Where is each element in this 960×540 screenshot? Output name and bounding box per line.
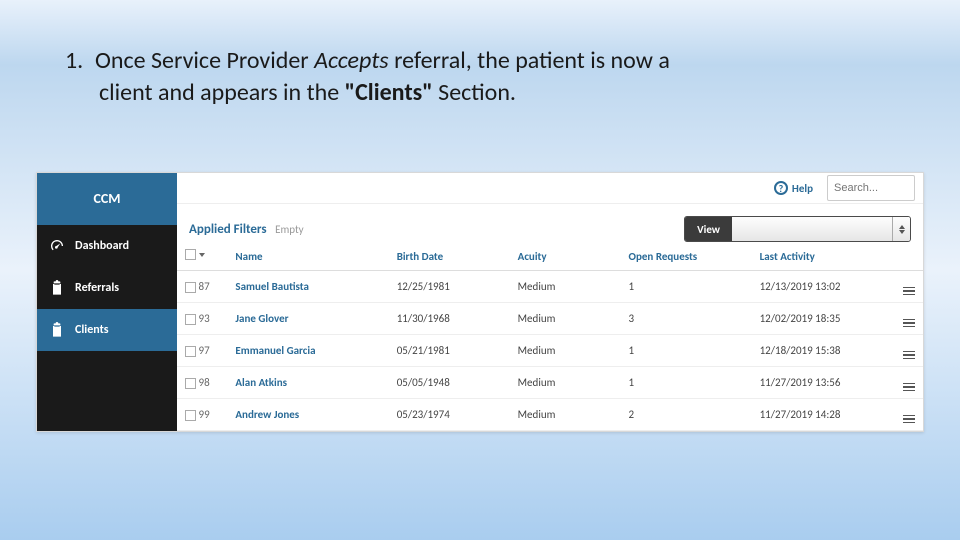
row-birth: 05/21/1981	[389, 335, 510, 367]
view-select-value	[732, 217, 892, 241]
row-menu-icon[interactable]	[903, 287, 915, 296]
help-link[interactable]: ? Help	[774, 181, 813, 195]
row-acuity: Medium	[510, 271, 621, 303]
table-row[interactable]: 87 Samuel Bautista12/25/1981Medium112/13/…	[177, 271, 923, 303]
row-id: 87	[199, 280, 210, 293]
view-selector[interactable]: View	[684, 216, 911, 242]
stepper-icon	[892, 217, 910, 241]
filters-row: Applied Filters Empty View	[177, 216, 923, 242]
header-name[interactable]: Name	[227, 242, 388, 271]
row-birth: 05/23/1974	[389, 399, 510, 431]
row-menu-icon[interactable]	[903, 319, 915, 328]
table-row[interactable]: 93 Jane Glover11/30/1968Medium312/02/2019…	[177, 303, 923, 335]
header-birth[interactable]: Birth Date	[389, 242, 510, 271]
row-checkbox[interactable]	[185, 346, 196, 357]
row-id: 97	[199, 344, 210, 357]
sidebar: CCM Dashboard Referrals Clients	[37, 173, 177, 431]
gauge-icon	[49, 238, 65, 254]
sidebar-item-referrals[interactable]: Referrals	[37, 267, 177, 309]
row-name[interactable]: Emmanuel Garcia	[227, 335, 388, 367]
row-last: 11/27/2019 13:56	[752, 367, 893, 399]
list-number: 1.	[65, 45, 95, 77]
clipboard-icon	[49, 280, 65, 296]
table-row[interactable]: 97 Emmanuel Garcia05/21/1981Medium112/18/…	[177, 335, 923, 367]
row-last: 11/27/2019 14:28	[752, 399, 893, 431]
row-last: 12/13/2019 13:02	[752, 271, 893, 303]
row-acuity: Medium	[510, 367, 621, 399]
row-open: 1	[621, 367, 752, 399]
help-icon: ?	[774, 181, 788, 195]
row-open: 1	[621, 271, 752, 303]
accepts-word: Accepts	[314, 46, 389, 75]
row-acuity: Medium	[510, 399, 621, 431]
row-acuity: Medium	[510, 303, 621, 335]
sidebar-item-label: Referrals	[75, 281, 119, 295]
row-birth: 05/05/1948	[389, 367, 510, 399]
header-last[interactable]: Last Activity	[752, 242, 893, 271]
row-id: 93	[199, 312, 210, 325]
row-checkbox[interactable]	[185, 410, 196, 421]
row-name[interactable]: Jane Glover	[227, 303, 388, 335]
clients-word: "Clients"	[345, 78, 433, 107]
main-panel: ? Help Applied Filters Empty View	[177, 173, 923, 431]
row-last: 12/02/2019 18:35	[752, 303, 893, 335]
search-input[interactable]	[827, 175, 915, 201]
sidebar-item-dashboard[interactable]: Dashboard	[37, 225, 177, 267]
row-checkbox[interactable]	[185, 314, 196, 325]
row-checkbox[interactable]	[185, 378, 196, 389]
brand-logo[interactable]: CCM	[37, 173, 177, 225]
view-label: View	[685, 217, 732, 241]
row-name[interactable]: Andrew Jones	[227, 399, 388, 431]
help-label: Help	[792, 182, 813, 195]
row-name[interactable]: Samuel Bautista	[227, 271, 388, 303]
table-row[interactable]: 98 Alan Atkins05/05/1948Medium111/27/2019…	[177, 367, 923, 399]
header-checkbox[interactable]	[177, 242, 227, 271]
row-open: 3	[621, 303, 752, 335]
topbar: ? Help	[177, 173, 923, 204]
applied-filters-label: Applied Filters	[189, 222, 267, 237]
sidebar-item-label: Dashboard	[75, 239, 129, 253]
row-menu-icon[interactable]	[903, 351, 915, 360]
row-name[interactable]: Alan Atkins	[227, 367, 388, 399]
row-menu-icon[interactable]	[903, 383, 915, 392]
table-row[interactable]: 99 Andrew Jones05/23/1974Medium211/27/201…	[177, 399, 923, 431]
instruction-text: 1.Once Service Provider Accepts referral…	[65, 45, 905, 110]
chevron-down-icon	[199, 253, 205, 257]
row-open: 2	[621, 399, 752, 431]
row-birth: 11/30/1968	[389, 303, 510, 335]
clipboard-icon	[49, 322, 65, 338]
header-open[interactable]: Open Requests	[621, 242, 752, 271]
row-acuity: Medium	[510, 335, 621, 367]
sidebar-item-clients[interactable]: Clients	[37, 309, 177, 351]
row-last: 12/18/2019 15:38	[752, 335, 893, 367]
header-acuity[interactable]: Acuity	[510, 242, 621, 271]
sidebar-item-label: Clients	[75, 323, 109, 337]
clients-table: Name Birth Date Acuity Open Requests Las…	[177, 242, 923, 431]
row-id: 99	[199, 408, 210, 421]
row-open: 1	[621, 335, 752, 367]
row-id: 98	[199, 376, 210, 389]
row-menu-icon[interactable]	[903, 415, 915, 424]
applied-filters-empty: Empty	[275, 223, 304, 236]
app-screenshot: CCM Dashboard Referrals Clients ? Help App…	[36, 172, 924, 432]
row-birth: 12/25/1981	[389, 271, 510, 303]
row-checkbox[interactable]	[185, 282, 196, 293]
